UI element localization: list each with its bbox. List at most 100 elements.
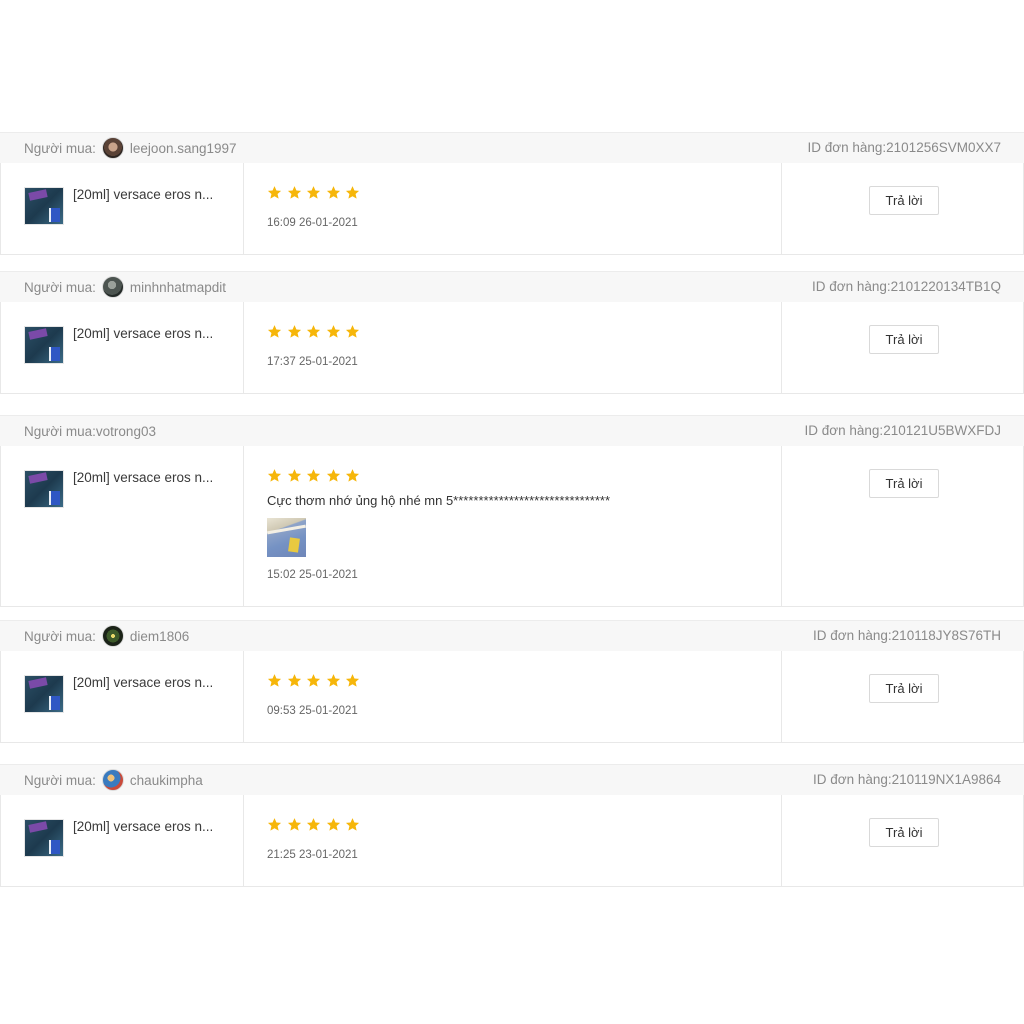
star-icon [345, 468, 360, 483]
star-icon [267, 324, 282, 339]
buyer-avatar[interactable] [101, 769, 124, 791]
star-icon [287, 324, 302, 339]
reply-button[interactable]: Trả lời [869, 186, 939, 215]
star-icon [306, 324, 321, 339]
reply-button[interactable]: Trả lời [869, 818, 939, 847]
product-name[interactable]: [20ml] versace eros n... [73, 470, 213, 485]
star-icon [345, 817, 360, 832]
order-id-value[interactable]: 210118JY8S76TH [892, 628, 1001, 643]
product-thumbnail[interactable] [24, 470, 64, 508]
buyer-label: Người mua: [24, 140, 96, 156]
review-column: Cực thơm nhớ ủng hộ nhé mn 5************… [244, 446, 782, 606]
review-date: 21:25 23-01-2021 [267, 849, 358, 861]
review-card-header: Người mua: chaukimpha ID đơn hàng:210119NX… [0, 764, 1024, 795]
star-icon [267, 817, 282, 832]
review-card-header: Người mua: diem1806 ID đơn hàng:210118JY8S… [0, 620, 1024, 651]
product-column: [20ml] versace eros n... [1, 651, 244, 742]
product-name[interactable]: [20ml] versace eros n... [73, 326, 213, 341]
buyer-name[interactable]: leejoon.sang1997 [130, 141, 237, 156]
action-column: Trả lời [782, 446, 1023, 606]
buyer-name[interactable]: diem1806 [130, 629, 189, 644]
star-icon [287, 817, 302, 832]
star-rating [267, 817, 365, 832]
order-id-label: ID đơn hàng: [804, 423, 884, 438]
product-name[interactable]: [20ml] versace eros n... [73, 819, 213, 834]
review-card-header: Người mua: minhnhatmapdit ID đơn hàng:2101… [0, 271, 1024, 302]
review-card: Người mua: diem1806 ID đơn hàng:210118JY8S… [0, 620, 1024, 743]
reply-button[interactable]: Trả lời [869, 674, 939, 703]
action-column: Trả lời [782, 795, 1023, 886]
product-thumbnail[interactable] [24, 326, 64, 364]
star-icon [287, 673, 302, 688]
review-card: Người mua: chaukimpha ID đơn hàng:210119NX… [0, 764, 1024, 887]
review-card: Người mua: minhnhatmapdit ID đơn hàng:2101… [0, 271, 1024, 394]
star-icon [345, 185, 360, 200]
buyer-avatar[interactable] [101, 137, 124, 159]
reply-button[interactable]: Trả lời [869, 325, 939, 354]
product-column: [20ml] versace eros n... [1, 302, 244, 393]
review-card-body: [20ml] versace eros n... 09:53 25-01-2021… [0, 651, 1024, 743]
product-column: [20ml] versace eros n... [1, 163, 244, 254]
review-date: 16:09 26-01-2021 [267, 217, 358, 229]
product-thumbnail[interactable] [24, 819, 64, 857]
star-icon [306, 468, 321, 483]
star-icon [267, 185, 282, 200]
product-thumbnail[interactable] [24, 675, 64, 713]
review-column: 21:25 23-01-2021 [244, 795, 782, 886]
star-icon [326, 673, 341, 688]
order-id-label: ID đơn hàng: [807, 140, 887, 155]
order-id-value[interactable]: 2101256SVM0XX7 [886, 140, 1001, 155]
order-id-value[interactable]: 2101220134TB1Q [891, 279, 1001, 294]
review-comment: Cực thơm nhớ ủng hộ nhé mn 5************… [267, 493, 611, 508]
star-icon [326, 468, 341, 483]
product-column: [20ml] versace eros n... [1, 795, 244, 886]
action-column: Trả lời [782, 302, 1023, 393]
review-card-body: [20ml] versace eros n... 21:25 23-01-2021… [0, 795, 1024, 887]
buyer-name[interactable]: votrong03 [96, 424, 156, 439]
buyer-label: Người mua: [24, 279, 96, 295]
star-rating [267, 673, 365, 688]
star-icon [345, 673, 360, 688]
star-icon [345, 324, 360, 339]
buyer-info: Người mua: minhnhatmapdit [24, 272, 226, 302]
reply-button[interactable]: Trả lời [869, 469, 939, 498]
review-card-body: [20ml] versace eros n... Cực thơm nhớ ủng… [0, 446, 1024, 607]
order-id: ID đơn hàng:210121U5BWXFDJ [805, 416, 1001, 446]
order-id-label: ID đơn hàng: [812, 772, 892, 787]
buyer-avatar[interactable] [101, 276, 124, 298]
order-id-value[interactable]: 210119NX1A9864 [892, 772, 1001, 787]
buyer-info: Người mua: leejoon.sang1997 [24, 133, 237, 163]
buyer-info: Người mua: votrong03 [24, 416, 156, 446]
star-icon [267, 468, 282, 483]
review-card: Người mua: leejoon.sang1997 ID đơn hàng:21… [0, 132, 1024, 255]
review-card-header: Người mua: votrong03 ID đơn hàng:210121U5B… [0, 415, 1024, 446]
buyer-name[interactable]: minhnhatmapdit [130, 280, 226, 295]
order-id: ID đơn hàng:210118JY8S76TH [813, 621, 1001, 651]
buyer-info: Người mua: chaukimpha [24, 765, 203, 795]
product-thumbnail[interactable] [24, 187, 64, 225]
star-rating [267, 324, 365, 339]
star-rating [267, 185, 365, 200]
buyer-avatar[interactable] [101, 625, 124, 647]
review-card: Người mua: votrong03 ID đơn hàng:210121U5B… [0, 415, 1024, 607]
product-column: [20ml] versace eros n... [1, 446, 244, 606]
order-id: ID đơn hàng:210119NX1A9864 [813, 765, 1001, 795]
order-id-value[interactable]: 210121U5BWXFDJ [883, 423, 1001, 438]
product-name[interactable]: [20ml] versace eros n... [73, 187, 213, 202]
buyer-name[interactable]: chaukimpha [130, 773, 203, 788]
star-icon [287, 185, 302, 200]
review-column: 16:09 26-01-2021 [244, 163, 782, 254]
order-id: ID đơn hàng:2101256SVM0XX7 [808, 133, 1002, 163]
review-date: 09:53 25-01-2021 [267, 705, 358, 717]
review-date: 17:37 25-01-2021 [267, 356, 358, 368]
review-card-body: [20ml] versace eros n... 17:37 25-01-2021… [0, 302, 1024, 394]
review-photo[interactable] [267, 518, 306, 557]
star-icon [306, 817, 321, 832]
star-icon [306, 673, 321, 688]
star-rating [267, 468, 365, 483]
order-id: ID đơn hàng:2101220134TB1Q [812, 272, 1001, 302]
review-card-header: Người mua: leejoon.sang1997 ID đơn hàng:21… [0, 132, 1024, 163]
review-date: 15:02 25-01-2021 [267, 569, 358, 581]
product-name[interactable]: [20ml] versace eros n... [73, 675, 213, 690]
review-card-body: [20ml] versace eros n... 16:09 26-01-2021… [0, 163, 1024, 255]
